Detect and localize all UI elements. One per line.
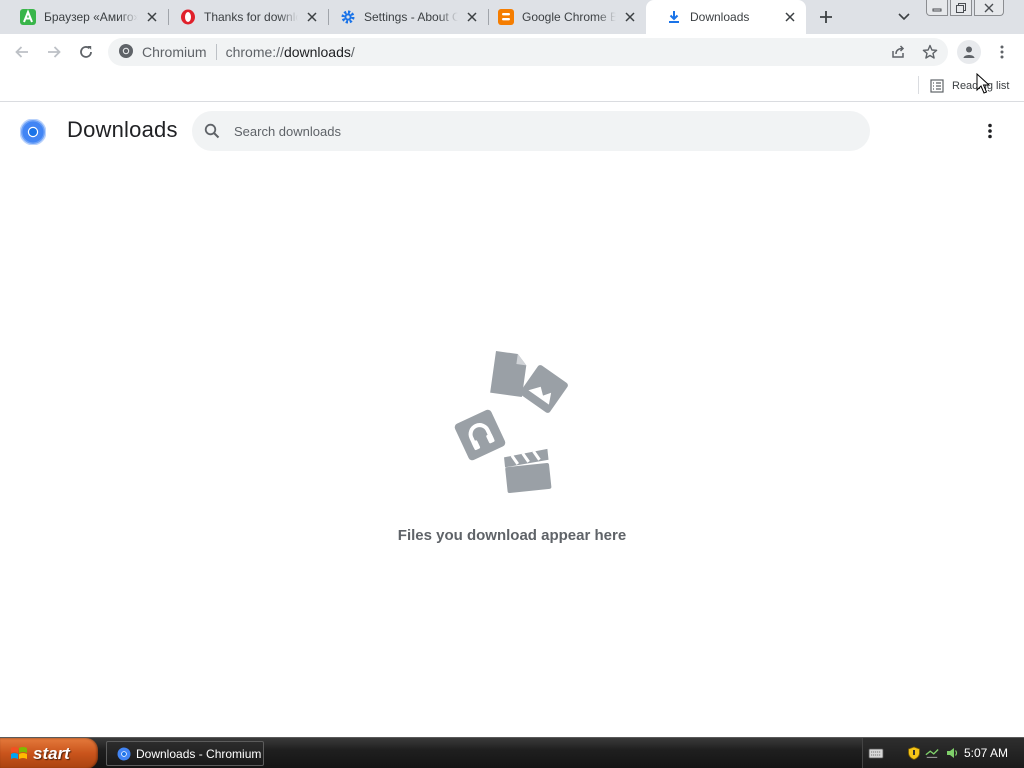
- close-tab-icon[interactable]: [144, 9, 160, 25]
- search-input[interactable]: [234, 123, 834, 139]
- reading-list-icon: [930, 79, 944, 93]
- download-icon: [666, 9, 682, 25]
- chevron-down-icon: [898, 13, 910, 21]
- back-arrow-icon: [15, 46, 28, 58]
- opera-icon: [180, 9, 196, 25]
- volume-icon: [947, 748, 958, 758]
- omnibox[interactable]: Chromium chrome://downloads/: [108, 38, 948, 66]
- empty-downloads-illustration: [446, 343, 578, 495]
- forward-button[interactable]: [42, 40, 66, 64]
- omnibox-url[interactable]: chrome://downloads/: [226, 44, 355, 60]
- close-tab-icon[interactable]: [782, 9, 798, 25]
- browser-toolbar: Chromium chrome://downloads/: [0, 34, 1024, 70]
- image-icon: [520, 365, 568, 413]
- bookmarks-bar: Reading list: [0, 70, 1024, 102]
- blogger-icon: [498, 9, 514, 25]
- reading-list-button[interactable]: Reading list: [930, 76, 1009, 96]
- tab-title: Google Chrome Blog: [522, 10, 616, 24]
- music-icon: [454, 409, 506, 461]
- tab-settings-about[interactable]: Settings - About Chromium: [320, 0, 488, 34]
- tab-title: Downloads: [690, 10, 750, 24]
- restore-icon: [956, 2, 966, 13]
- amigo-icon: [20, 9, 36, 25]
- settings-gear-icon: [340, 9, 356, 25]
- close-tab-icon[interactable]: [622, 9, 638, 25]
- tab-opera-thanks[interactable]: Thanks for downloading: [160, 0, 328, 34]
- back-button[interactable]: [10, 40, 34, 64]
- downloads-header: Downloads: [0, 103, 1024, 159]
- close-icon: [984, 3, 994, 12]
- tab-search-button[interactable]: [895, 8, 913, 26]
- omnibox-chip: Chromium: [142, 44, 207, 60]
- system-tray: 5:07 AM: [862, 738, 1024, 768]
- reload-icon: [80, 46, 92, 58]
- page-title: Downloads: [67, 117, 178, 142]
- tab-title: Thanks for downloading: [204, 10, 298, 24]
- close-window-button[interactable]: [974, 0, 1004, 16]
- kebab-menu-icon: [1000, 45, 1004, 59]
- avatar-icon: [963, 46, 975, 58]
- minimize-button[interactable]: [926, 0, 948, 16]
- downloads-menu-button[interactable]: [978, 119, 1002, 143]
- tab-title: Браузер «Амиго» -: [44, 10, 138, 24]
- chromium-logo-icon: [19, 118, 47, 146]
- forward-arrow-icon: [48, 46, 61, 58]
- kebab-menu-icon: [988, 123, 992, 139]
- url-scheme: chrome://: [225, 44, 284, 60]
- keyboard-layout-icon[interactable]: [868, 746, 884, 760]
- bookmarks-separator: [918, 76, 919, 94]
- taskbar-item-chromium[interactable]: Downloads - Chromium: [106, 741, 264, 766]
- start-label: start: [33, 743, 70, 763]
- share-button[interactable]: [886, 40, 910, 64]
- profile-button[interactable]: [957, 40, 981, 64]
- start-button[interactable]: start: [0, 738, 98, 768]
- taskbar-item-label: Downloads - Chromium: [136, 746, 262, 761]
- tab-amigo[interactable]: Браузер «Амиго» -: [0, 0, 168, 34]
- video-icon: [504, 448, 552, 494]
- search-icon: [204, 123, 220, 139]
- minimize-icon: [932, 8, 942, 11]
- window-controls: [926, 0, 1004, 16]
- tab-downloads[interactable]: Downloads: [646, 0, 806, 34]
- close-tab-icon[interactable]: [304, 9, 320, 25]
- tab-strip: Браузер «Амиго» - Thanks for downloading…: [0, 0, 1024, 34]
- plus-icon: [820, 11, 832, 23]
- empty-state-message: Files you download appear here: [397, 527, 627, 544]
- windows-logo-icon: [11, 746, 27, 759]
- downloads-page: Downloads Search downloads Files you dow…: [0, 103, 1024, 737]
- browser-menu-button[interactable]: [990, 40, 1014, 64]
- tab-chrome-blog[interactable]: Google Chrome Blog: [478, 0, 646, 34]
- new-tab-button[interactable]: [816, 7, 836, 27]
- security-shield-icon: [908, 746, 920, 760]
- restore-button[interactable]: [950, 0, 972, 16]
- share-icon: [892, 45, 905, 58]
- tab-title: Settings - About Chromium: [364, 10, 458, 24]
- star-icon: [922, 44, 938, 59]
- clock: 5:07 AM: [963, 746, 1008, 760]
- url-rest: /: [350, 44, 355, 60]
- chromium-taskbar-icon: [117, 747, 131, 760]
- network-icon: [925, 749, 939, 758]
- chromium-page-icon: [118, 43, 134, 62]
- bookmark-star-button[interactable]: [918, 40, 942, 64]
- search-field[interactable]: [192, 111, 870, 151]
- omnibox-divider: [215, 44, 217, 60]
- reload-button[interactable]: [74, 40, 98, 64]
- url-host: downloads: [283, 44, 351, 60]
- mouse-cursor-icon: [976, 72, 991, 95]
